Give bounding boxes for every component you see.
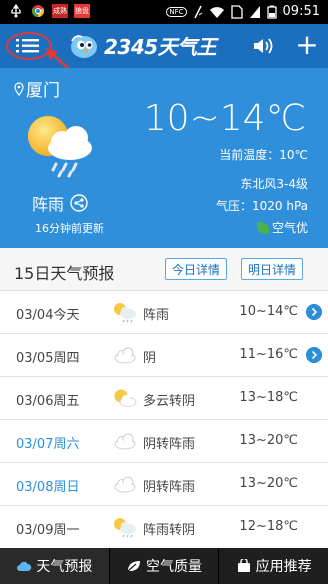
wind-info: 东北风3-4级 — [240, 177, 308, 191]
tab-label: 天气预报 — [36, 559, 93, 575]
clock: 09:51 — [282, 4, 320, 19]
sun-rain-icon — [28, 116, 92, 178]
cloud-icon — [17, 561, 32, 571]
wifi-icon — [209, 6, 224, 18]
forecast-row[interactable]: 03/06周五 多云转阴 13~18℃ — [0, 377, 328, 420]
bottom-tab-bar: 天气预报 空气质量 应用推荐 — [0, 548, 328, 584]
forecast-row[interactable]: 03/04今天 阵雨 10~14℃ — [0, 291, 328, 334]
tomorrow-details-button[interactable]: 明日详情 — [241, 258, 304, 280]
forecast-date: 03/07周六 — [16, 437, 80, 452]
status-right-icons: NFC 09:51 — [166, 4, 320, 19]
app-title: 2345天气王 — [104, 35, 217, 59]
leaf-icon — [256, 221, 269, 234]
tab-label: 应用推荐 — [255, 559, 312, 575]
vibrate-icon — [193, 5, 202, 18]
tab-app-recommend[interactable]: 应用推荐 — [218, 548, 328, 584]
sun-cloud-icon — [114, 389, 137, 407]
share-icon[interactable] — [70, 194, 88, 212]
forecast-date: 03/08周日 — [16, 480, 80, 495]
forecast-row[interactable]: 03/07周六 阴转阵雨 13~20℃ — [0, 420, 328, 463]
forecast-date: 03/06周五 — [16, 394, 80, 409]
sun-rain-icon — [114, 303, 136, 323]
forecast-condition: 阴 — [143, 351, 157, 366]
pressure-info: 气压：1020 hPa — [215, 199, 308, 213]
forecast-row[interactable]: 03/09周一 阵雨转阴 12~18℃ — [0, 506, 328, 549]
forecast-header: 15日天气预报 今日详情 明日详情 — [0, 248, 328, 291]
tab-air-quality[interactable]: 空气质量 — [108, 548, 219, 584]
add-city-button[interactable]: + — [294, 30, 320, 60]
current-condition: 阵雨 — [32, 191, 88, 215]
forecast-row[interactable]: 03/05周四 阴 11~16℃ — [0, 334, 328, 377]
nfc-icon: NFC — [166, 6, 187, 17]
app-notification-icon: 成熟 — [52, 4, 68, 18]
forecast-temperature: 13~18℃ — [239, 390, 298, 405]
status-left-icons: 成熟 狼盘 — [8, 4, 90, 18]
chevron-right-icon[interactable] — [306, 304, 322, 320]
forecast-condition: 阴转阵雨 — [143, 480, 196, 495]
forecast-date: 03/05周四 — [16, 351, 80, 366]
forecast-temperature: 10~14℃ — [239, 304, 298, 319]
menu-icon — [16, 39, 39, 53]
city-label: 厦门 — [26, 81, 60, 101]
forecast-date: 03/04今天 — [16, 308, 80, 323]
air-quality-label: 空气优 — [271, 221, 308, 235]
cloud-icon — [114, 433, 136, 450]
bag-icon — [237, 559, 250, 572]
tab-label: 空气质量 — [146, 559, 202, 575]
city-name[interactable]: 厦门 — [14, 76, 60, 101]
forecast-temperature: 13~20℃ — [239, 476, 298, 491]
forecast-temperature: 11~16℃ — [239, 347, 298, 362]
tab-weather-forecast[interactable]: 天气预报 — [0, 548, 109, 584]
app-notification-icon-2: 狼盘 — [74, 4, 90, 18]
air-quality[interactable]: 空气优 — [256, 219, 308, 236]
condition-label: 阵雨 — [32, 195, 65, 214]
current-weather-panel: 厦门 阵雨 16分钟前更新 10~14℃ 当前温度：10℃ 东北风3-4级 气压… — [0, 68, 328, 248]
forecast-temperature: 12~18℃ — [239, 519, 298, 534]
forecast-condition: 阵雨转阴 — [143, 523, 196, 538]
leaf-icon — [127, 561, 140, 572]
forecast-condition: 阵雨 — [143, 308, 170, 323]
update-time: 16分钟前更新 — [35, 222, 104, 235]
forecast-temperature: 13~20℃ — [239, 433, 298, 448]
usb-icon — [11, 4, 21, 18]
sim-icon — [230, 4, 243, 19]
cloud-icon — [114, 476, 136, 493]
forecast-date: 03/09周一 — [16, 523, 80, 538]
chrome-icon — [31, 5, 45, 18]
chevron-right-icon[interactable] — [306, 347, 322, 363]
forecast-condition: 多云转阴 — [143, 394, 196, 409]
location-pin-icon — [14, 81, 24, 96]
forecast-title: 15日天气预报 — [14, 264, 115, 283]
app-logo: 2345天气王 — [68, 31, 217, 60]
temperature-range: 10~14℃ — [143, 98, 306, 139]
speaker-icon[interactable] — [252, 36, 274, 56]
forecast-condition: 阴转阵雨 — [143, 437, 196, 452]
current-temperature: 当前温度：10℃ — [219, 148, 308, 162]
battery-icon — [266, 5, 277, 19]
forecast-row[interactable]: 03/08周日 阴转阵雨 13~20℃ — [0, 463, 328, 506]
sun-rain-icon — [114, 518, 136, 538]
status-bar: 成熟 狼盘 NFC 09:51 — [0, 0, 328, 24]
cloud-icon — [114, 347, 136, 364]
today-details-button[interactable]: 今日详情 — [165, 258, 228, 280]
signal-icon — [249, 5, 260, 18]
